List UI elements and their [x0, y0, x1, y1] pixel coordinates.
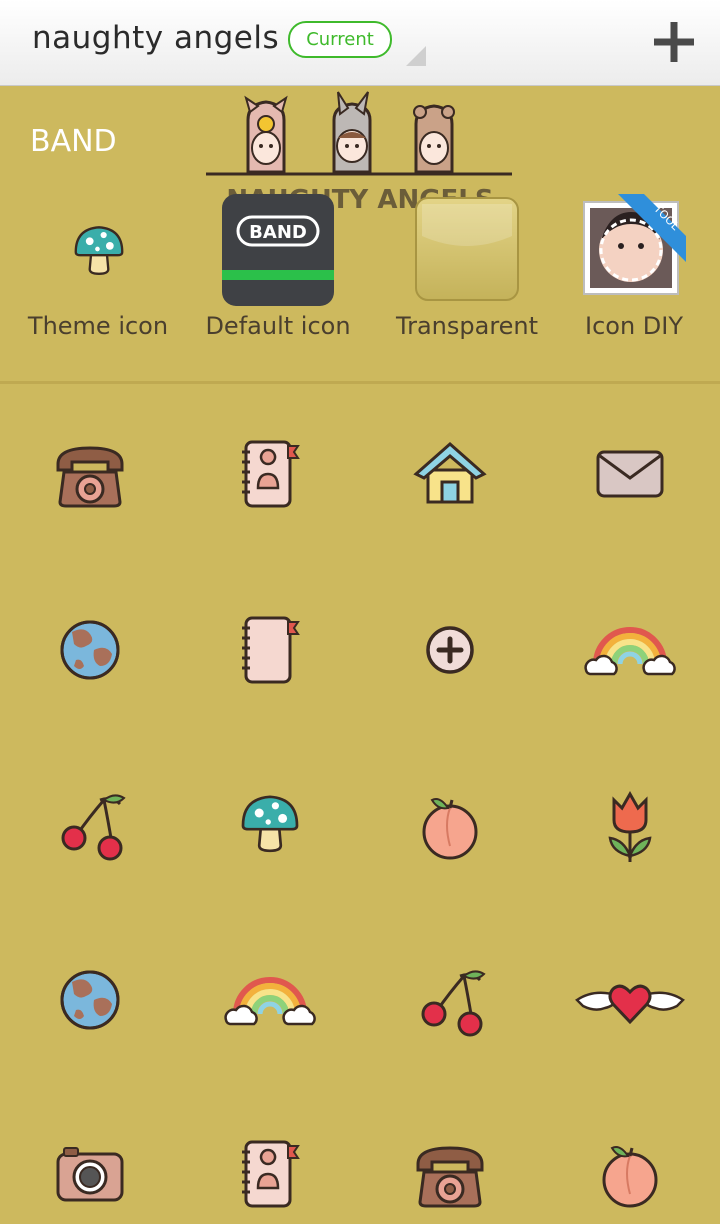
option-label: Theme icon	[27, 312, 169, 340]
globe-icon[interactable]	[50, 960, 130, 1040]
tulip-icon[interactable]	[590, 784, 670, 868]
contacts-book-icon[interactable]	[230, 434, 310, 514]
dropdown-corner-icon[interactable]	[406, 46, 426, 66]
contacts-book-icon[interactable]	[230, 1134, 310, 1214]
globe-icon[interactable]	[50, 610, 130, 690]
peach-icon[interactable]	[590, 1134, 670, 1214]
telephone-icon[interactable]	[50, 434, 130, 514]
mushroom-icon[interactable]	[234, 786, 306, 858]
rainbow-icon[interactable]	[220, 956, 320, 1036]
rainbow-icon[interactable]	[580, 606, 680, 686]
telephone-icon[interactable]	[410, 1134, 490, 1214]
cherry-icon[interactable]	[414, 962, 494, 1042]
divider	[0, 381, 720, 384]
cherry-icon[interactable]	[54, 786, 134, 866]
photo-icon: TOOL	[583, 194, 686, 295]
peach-icon[interactable]	[410, 786, 490, 866]
house-icon[interactable]	[410, 434, 490, 514]
notebook-icon[interactable]	[230, 610, 310, 690]
band-app-icon-text: BAND	[249, 222, 307, 243]
option-label: Default icon	[205, 312, 351, 340]
transparent-icon	[415, 197, 519, 301]
header-bar: naughty angels Current	[0, 0, 720, 86]
option-label: Transparent	[395, 312, 539, 340]
band-app-icon: BAND	[222, 194, 334, 306]
envelope-icon[interactable]	[590, 434, 670, 514]
plus-circle-icon[interactable]	[410, 610, 490, 690]
mushroom-icon	[68, 218, 130, 280]
current-badge: Current	[288, 21, 392, 58]
add-icon[interactable]	[648, 16, 700, 68]
option-label: Icon DIY	[584, 312, 683, 340]
theme-title: naughty angels	[32, 20, 280, 56]
winged-heart-icon[interactable]	[574, 962, 686, 1042]
app-name: BAND	[30, 124, 117, 159]
camera-icon[interactable]	[50, 1134, 130, 1214]
